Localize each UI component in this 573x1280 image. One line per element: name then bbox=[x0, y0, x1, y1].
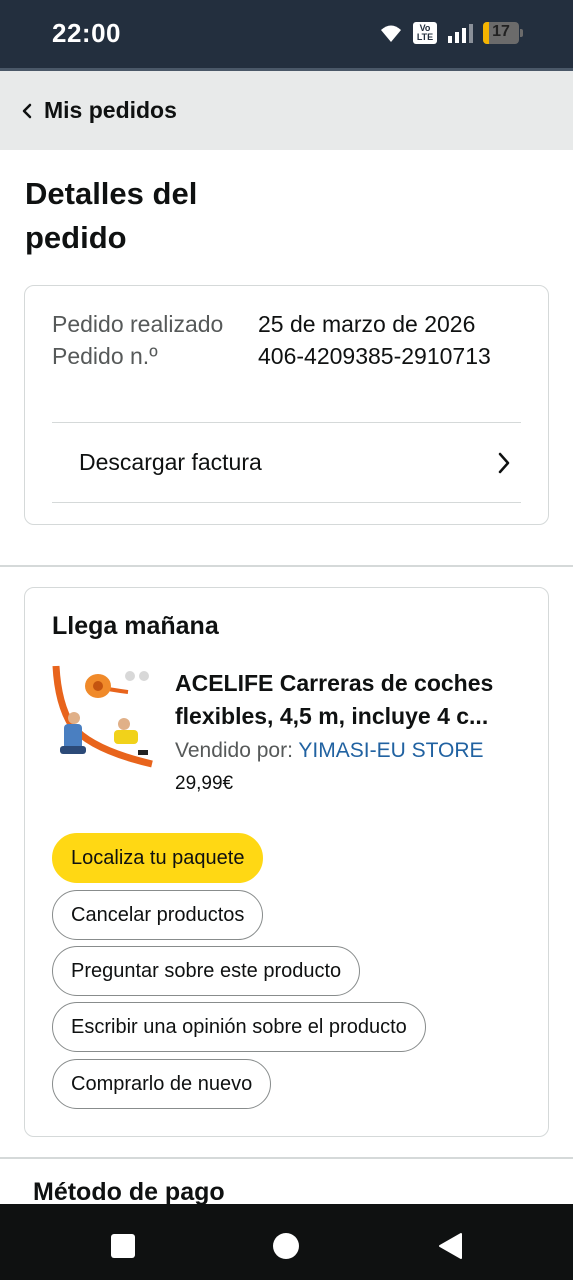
signal-icon bbox=[448, 24, 473, 43]
wifi-icon bbox=[381, 25, 401, 42]
product-title[interactable]: ACELIFE Carreras de coches flexibles, 4,… bbox=[175, 667, 535, 733]
product-price: 29,99€ bbox=[175, 773, 234, 794]
back-triangle-icon[interactable] bbox=[437, 1232, 463, 1260]
ask-product-button[interactable]: Preguntar sobre este producto bbox=[52, 946, 361, 996]
seller-label: Vendido por: bbox=[175, 739, 299, 762]
seller-line: Vendido por: YIMASI-EU STORE bbox=[175, 735, 535, 767]
product-image[interactable] bbox=[52, 664, 154, 768]
invoice-label: Descargar factura bbox=[79, 449, 262, 475]
section-divider bbox=[0, 1157, 573, 1159]
product-info: ACELIFE Carreras de coches flexibles, 4,… bbox=[175, 667, 535, 799]
track-package-button[interactable]: Localiza tu paquete bbox=[52, 833, 264, 883]
buy-again-button[interactable]: Comprarlo de nuevo bbox=[52, 1059, 272, 1109]
divider bbox=[52, 502, 521, 503]
order-date-value: 25 de marzo de 2026 bbox=[258, 311, 476, 337]
status-bar: 22:00 Vo LTE 17 bbox=[0, 0, 573, 68]
order-number-label: Pedido n.º bbox=[52, 343, 158, 369]
delivery-status-title: Llega mañana bbox=[52, 612, 219, 640]
status-icons: Vo LTE 17 bbox=[379, 20, 523, 46]
back-label: Mis pedidos bbox=[44, 97, 177, 123]
cancel-items-button[interactable]: Cancelar productos bbox=[52, 890, 264, 940]
order-info-card: Pedido realizado 25 de marzo de 2026 Ped… bbox=[24, 285, 549, 525]
delivery-card: Llega mañana ACELIFE Carreras de coches … bbox=[24, 587, 549, 1137]
order-date-label: Pedido realizado bbox=[52, 311, 224, 337]
battery-level: 17 bbox=[492, 23, 510, 40]
page-title: Detalles del pedido bbox=[25, 176, 198, 255]
back-to-orders[interactable]: Mis pedidos bbox=[0, 71, 573, 150]
payment-method-title: Método de pago bbox=[33, 1178, 225, 1206]
home-circle-icon[interactable] bbox=[273, 1233, 299, 1259]
order-info-grid: Pedido realizado 25 de marzo de 2026 Ped… bbox=[52, 308, 522, 372]
volte-icon: Vo LTE bbox=[413, 22, 437, 44]
status-time: 22:00 bbox=[52, 18, 121, 48]
chevron-left-icon bbox=[22, 103, 32, 118]
chevron-right-icon bbox=[498, 452, 510, 473]
seller-link[interactable]: YIMASI-EU STORE bbox=[298, 739, 483, 762]
write-review-button[interactable]: Escribir una opinión sobre el producto bbox=[52, 1002, 426, 1052]
section-divider bbox=[0, 565, 573, 567]
android-nav-bar bbox=[0, 1204, 573, 1280]
battery-icon: 17 bbox=[483, 22, 519, 44]
order-number-value: 406-4209385-2910713 bbox=[258, 343, 491, 369]
download-invoice-link[interactable]: Descargar factura bbox=[52, 423, 521, 502]
battery-tip bbox=[520, 29, 523, 37]
recents-square-icon[interactable] bbox=[111, 1234, 135, 1258]
